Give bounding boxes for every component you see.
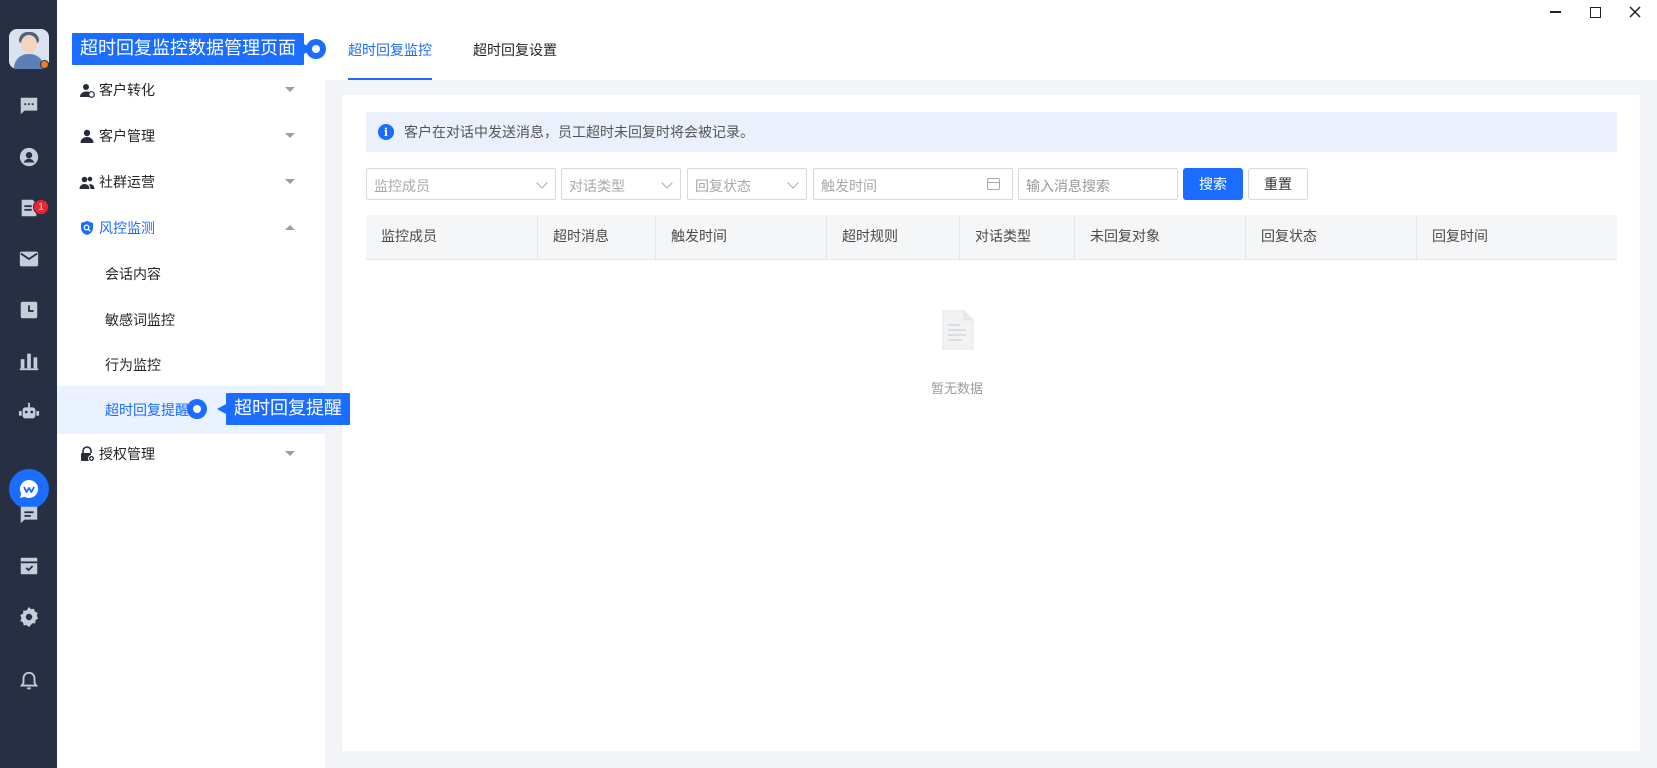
sidebar-subitem-label: 超时回复提醒 (105, 403, 189, 419)
tab-bar: 超时回复监控 超时回复设置 (325, 24, 1657, 80)
notification-badge: 1 (33, 199, 49, 215)
sidebar-item-customer-management[interactable]: 客户管理 (57, 112, 325, 160)
contact-icon[interactable] (17, 145, 41, 169)
shield-search-icon (79, 220, 95, 236)
member-select-placeholder: 监控成员 (374, 179, 430, 195)
content-panel: i 客户在对话中发送消息，员工超时未回复时将会被记录。 监控成员 对话类型 回复… (342, 95, 1640, 751)
sidebar-subitem-conversation-content[interactable]: 会话内容 (57, 250, 325, 298)
column-header: 回复状态 (1245, 215, 1416, 259)
sidebar-item-label: 社群运营 (99, 175, 155, 191)
callout-pointer (217, 404, 226, 414)
lock-key-icon (79, 446, 95, 462)
column-header: 超时规则 (826, 215, 959, 259)
bell-icon[interactable] (17, 669, 41, 693)
sidebar-item-label: 客户管理 (99, 129, 155, 145)
chevron-down-icon (787, 177, 799, 189)
callout-marker (306, 39, 326, 59)
chevron-down-icon (285, 179, 295, 184)
stats-icon[interactable] (17, 349, 41, 373)
member-select[interactable]: 监控成员 (366, 168, 556, 200)
callout-text: 超时回复提醒 (234, 398, 342, 419)
callout-text: 超时回复监控数据管理页面 (80, 38, 296, 59)
sidebar-subitem-sensitive-words[interactable]: 敏感词监控 (57, 296, 325, 344)
chevron-down-icon (285, 133, 295, 138)
message-search-input[interactable]: 输入消息搜索 (1018, 168, 1178, 200)
callout-page-label: 超时回复监控数据管理页面 (72, 33, 313, 65)
chevron-down-icon (285, 451, 295, 456)
close-button[interactable] (1617, 0, 1653, 24)
trigger-time-picker[interactable]: 触发时间 (813, 168, 1013, 200)
message-search-placeholder: 输入消息搜索 (1026, 179, 1110, 195)
search-button[interactable]: 搜索 (1183, 168, 1243, 200)
minimize-icon (1549, 11, 1561, 13)
empty-state-text: 暂无数据 (930, 382, 983, 397)
sidebar-item-authorization[interactable]: 授权管理 (57, 430, 325, 478)
tab-timeout-settings[interactable]: 超时回复设置 (473, 24, 557, 80)
sidebar-item-customer-conversion[interactable]: 客户转化 (57, 66, 325, 114)
callout-menu-label: 超时回复提醒 (217, 393, 350, 425)
chevron-down-icon (661, 177, 673, 189)
close-icon (1629, 6, 1641, 18)
sidebar-item-label: 客户转化 (99, 83, 155, 99)
empty-document-icon (942, 310, 974, 350)
column-header: 未回复对象 (1074, 215, 1245, 259)
info-icon: i (378, 124, 394, 140)
conversation-type-placeholder: 对话类型 (569, 179, 625, 195)
settings-icon[interactable] (17, 605, 41, 629)
chevron-up-icon (285, 225, 295, 230)
conversation-type-select[interactable]: 对话类型 (561, 168, 681, 200)
sidebar-subitem-label: 敏感词监控 (105, 313, 175, 329)
chat-icon[interactable] (17, 94, 41, 118)
robot-icon[interactable] (17, 400, 41, 424)
message-icon[interactable] (17, 503, 41, 527)
sidebar-item-label: 授权管理 (99, 447, 155, 463)
reset-button[interactable]: 重置 (1248, 168, 1308, 200)
callout-marker (187, 399, 207, 419)
trigger-time-placeholder: 触发时间 (821, 179, 877, 195)
maximize-button[interactable] (1577, 0, 1613, 24)
sidebar-subitem-behavior-monitoring[interactable]: 行为监控 (57, 341, 325, 389)
user-convert-icon (79, 82, 95, 98)
sidebar-item-risk-monitoring[interactable]: 风控监测 (57, 204, 325, 252)
info-notice: i 客户在对话中发送消息，员工超时未回复时将会被记录。 (366, 112, 1617, 152)
window-titlebar (0, 0, 1657, 24)
sidebar-subitem-label: 行为监控 (105, 358, 161, 374)
group-icon (79, 174, 95, 190)
column-header: 回复时间 (1416, 215, 1617, 259)
sidebar-item-community-ops[interactable]: 社群运营 (57, 158, 325, 206)
column-header: 监控成员 (381, 229, 437, 245)
tab-timeout-monitoring[interactable]: 超时回复监控 (348, 24, 432, 80)
chevron-down-icon (536, 177, 548, 189)
maximize-icon (1589, 6, 1601, 18)
user-icon (79, 128, 95, 144)
minimize-button[interactable] (1537, 0, 1573, 24)
notice-text: 客户在对话中发送消息，员工超时未回复时将会被记录。 (404, 125, 754, 141)
mail-icon[interactable] (17, 247, 41, 271)
column-header: 对话类型 (959, 215, 1074, 259)
online-status-dot (40, 60, 49, 69)
chevron-down-icon (285, 87, 295, 92)
column-header: 超时消息 (537, 215, 655, 259)
sidebar-subitem-label: 会话内容 (105, 267, 161, 283)
sidebar-item-label: 风控监测 (99, 221, 155, 237)
calendar-icon (987, 178, 1000, 190)
checklist-icon[interactable] (17, 554, 41, 578)
table-header: 监控成员 超时消息 触发时间 超时规则 对话类型 未回复对象 回复状态 回复时间 (366, 215, 1617, 260)
reply-status-select[interactable]: 回复状态 (687, 168, 807, 200)
calendar-icon[interactable] (17, 298, 41, 322)
column-header: 触发时间 (655, 215, 826, 259)
reply-status-placeholder: 回复状态 (695, 179, 751, 195)
app-nav-rail: 1 (0, 0, 57, 768)
